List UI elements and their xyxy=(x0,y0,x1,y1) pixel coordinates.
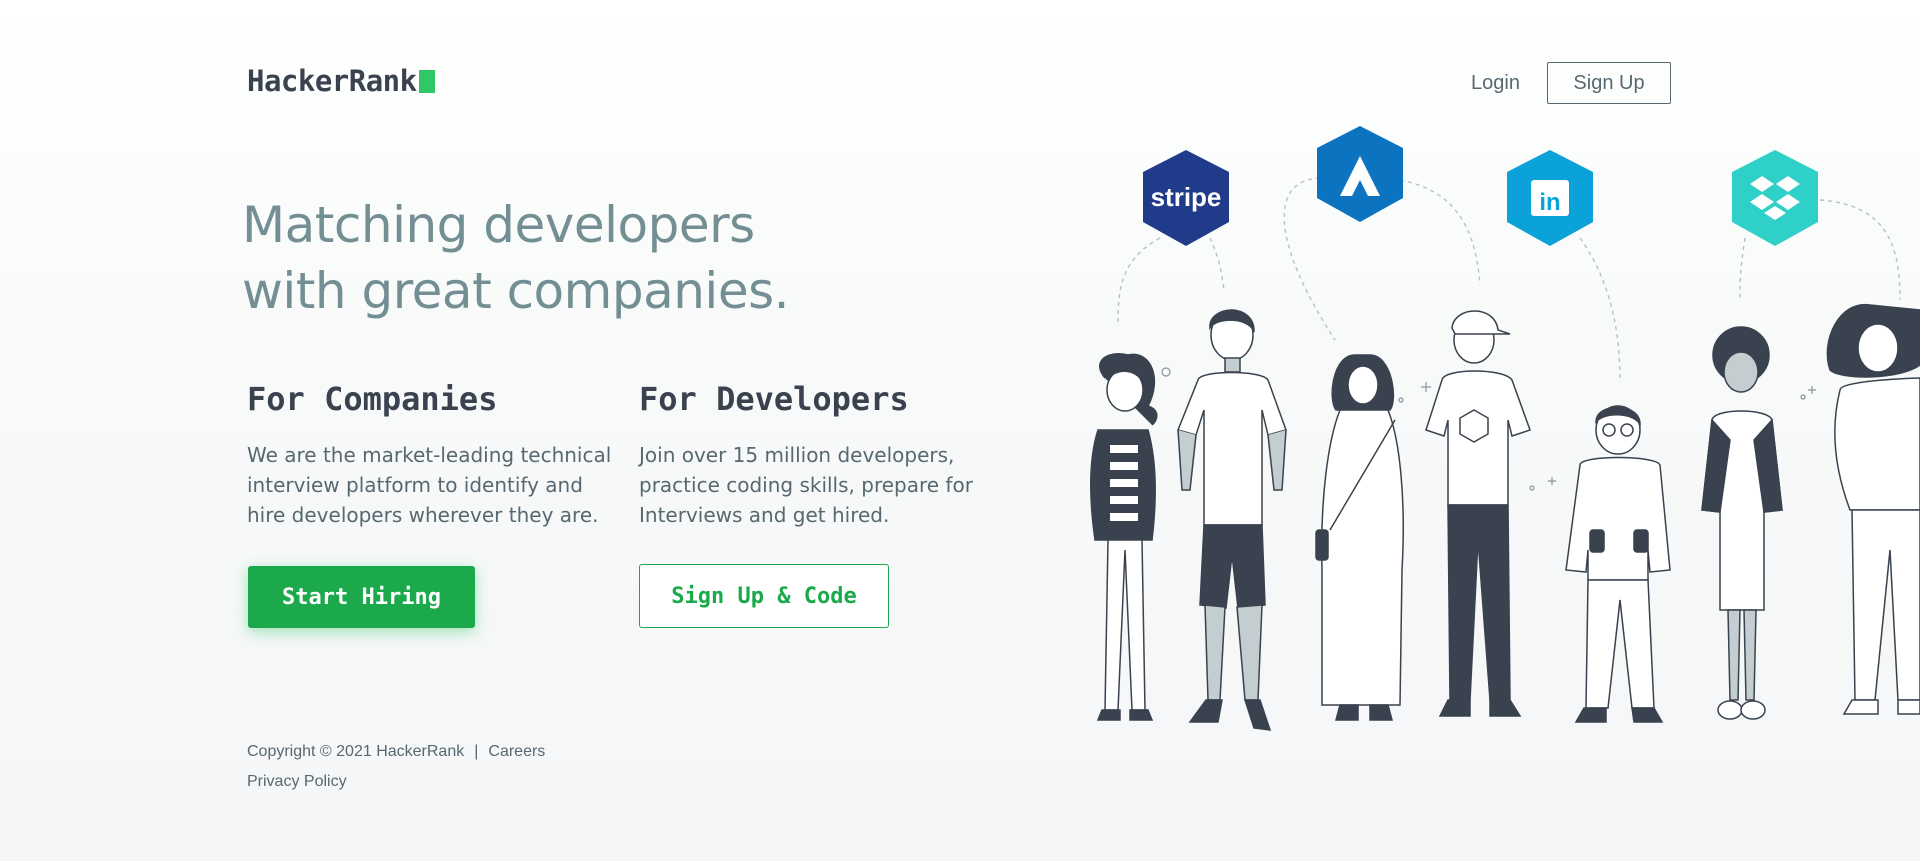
connector-line xyxy=(1819,199,1901,301)
connector-line xyxy=(1117,237,1161,326)
logo-text: HackerRank xyxy=(247,64,417,98)
developers-illustration: stripe in xyxy=(1040,110,1920,760)
dropbox-logo-icon xyxy=(1732,150,1818,246)
logo-block-icon xyxy=(418,69,435,93)
person-illustration-1 xyxy=(1090,353,1158,721)
hero-title: Matching developers with great companies… xyxy=(242,192,790,324)
svg-text:stripe: stripe xyxy=(1151,182,1222,212)
signup-and-code-button[interactable]: Sign Up & Code xyxy=(639,564,889,628)
careers-link[interactable]: Careers xyxy=(488,743,545,761)
footer: Copyright © 2021 HackerRank | Careers Pr… xyxy=(247,743,545,791)
person-illustration-5 xyxy=(1565,405,1671,723)
hero-title-line1: Matching developers xyxy=(242,196,755,254)
connector-line xyxy=(1739,237,1746,301)
connector-line xyxy=(1209,237,1225,291)
svg-text:in: in xyxy=(1539,189,1560,216)
start-hiring-button[interactable]: Start Hiring xyxy=(248,566,475,628)
login-link[interactable]: Login xyxy=(1471,72,1520,95)
person-illustration-3 xyxy=(1315,354,1404,721)
person-illustration-4 xyxy=(1425,310,1531,717)
hackerrank-logo[interactable]: HackerRank xyxy=(247,64,435,98)
atlassian-logo-icon xyxy=(1317,126,1403,222)
privacy-policy-link[interactable]: Privacy Policy xyxy=(247,773,347,790)
signup-button[interactable]: Sign Up xyxy=(1547,62,1671,104)
stripe-logo-icon: stripe xyxy=(1143,150,1229,246)
person-illustration-7 xyxy=(1826,303,1920,715)
copyright-text: Copyright © 2021 HackerRank xyxy=(247,743,465,760)
companies-section: For Companies We are the market-leading … xyxy=(247,380,617,530)
connector-line xyxy=(1579,237,1621,381)
connector-line xyxy=(1399,179,1481,286)
developers-section: For Developers Join over 15 million deve… xyxy=(639,380,1009,530)
developers-heading: For Developers xyxy=(639,380,909,418)
person-illustration-2 xyxy=(1176,309,1287,731)
linkedin-logo-icon: in xyxy=(1507,150,1593,246)
hero-title-line2: with great companies. xyxy=(242,262,790,320)
person-illustration-6 xyxy=(1701,326,1783,720)
companies-description: We are the market-leading technical inte… xyxy=(247,443,612,527)
landing-page: HackerRank Login Sign Up Matching develo… xyxy=(0,0,1920,861)
footer-separator: | xyxy=(474,743,479,760)
companies-heading: For Companies xyxy=(247,380,498,418)
developers-description: Join over 15 million developers, practic… xyxy=(639,443,973,527)
